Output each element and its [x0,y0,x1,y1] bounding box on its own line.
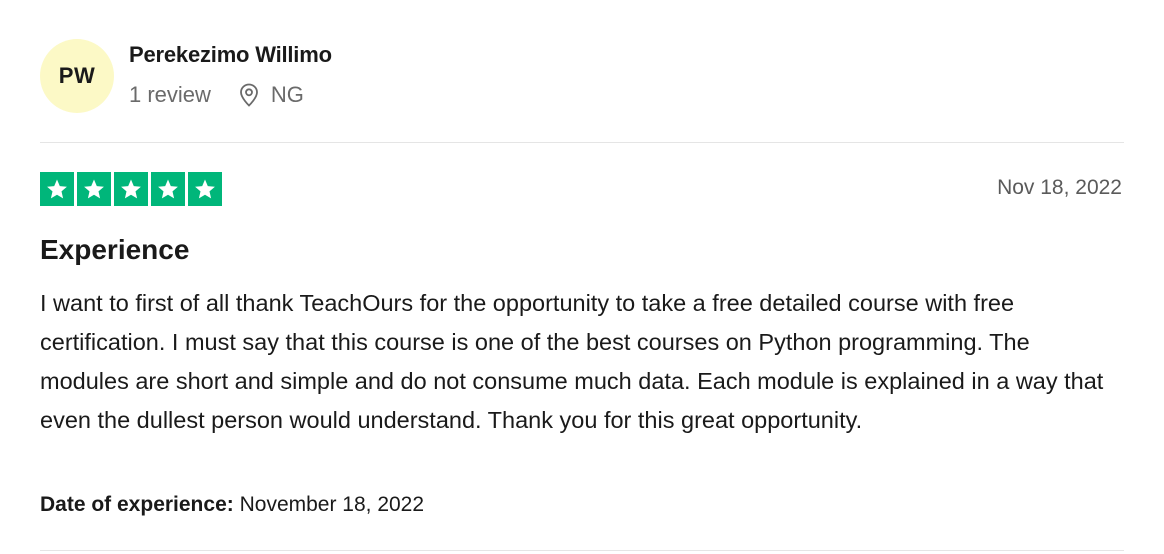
location-pin-icon [240,83,258,107]
review-count: 1 review [129,82,211,107]
star-icon [77,172,111,206]
star-rating [40,172,222,206]
star-icon [151,172,185,206]
divider [40,550,1124,551]
review-date: Nov 18, 2022 [997,176,1122,199]
review-card: PW Perekezimo Willimo 1 review NG Nov 18… [40,0,1124,554]
reviewer-meta: 1 review NG [129,82,304,108]
date-of-experience-value: November 18, 2022 [239,493,425,516]
divider [40,142,1124,143]
date-of-experience: Date of experience: November 18, 2022 [40,493,424,517]
star-icon [188,172,222,206]
star-icon [40,172,74,206]
reviewer-location: NG [239,82,304,108]
location-code: NG [270,82,304,107]
review-title[interactable]: Experience [40,234,189,266]
avatar[interactable]: PW [40,39,114,113]
star-icon [114,172,148,206]
date-of-experience-label: Date of experience: [40,493,234,516]
reviewer-name[interactable]: Perekezimo Willimo [129,42,332,68]
review-body: I want to first of all thank TeachOurs f… [40,290,1104,433]
